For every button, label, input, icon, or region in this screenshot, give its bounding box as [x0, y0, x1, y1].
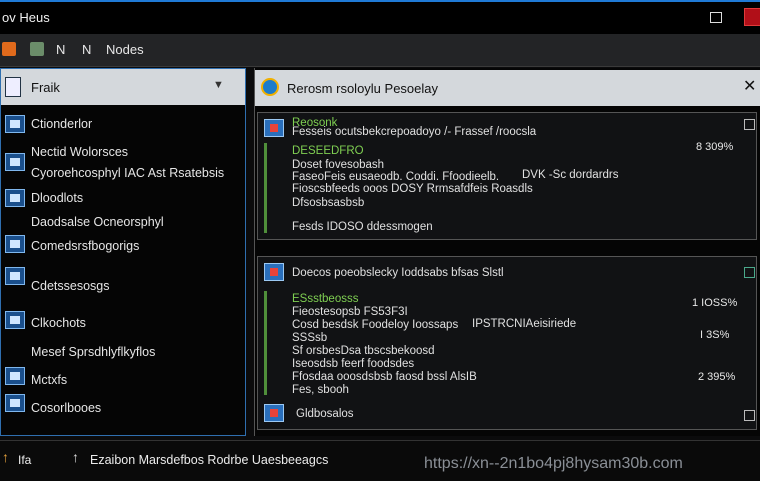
progress-percent: 2 395% — [698, 371, 736, 383]
item-icon — [5, 153, 25, 171]
card-icon — [264, 119, 284, 137]
card-line: Doset fovesobash — [292, 159, 385, 171]
card-line: Cosd besdsk Foodeloy Ioossaps — [292, 319, 459, 331]
left-panel-title: Fraik — [31, 80, 60, 95]
card-line: Fesseis ocutsbekcrepoadoyo /- Frassef /r… — [292, 126, 537, 138]
expand-icon[interactable] — [744, 410, 755, 421]
list-item[interactable]: Daodsalse Ocneorsphyl — [31, 215, 164, 229]
document-icon — [5, 77, 21, 97]
expand-icon[interactable] — [744, 267, 755, 278]
card-line: Ffosdaa ooosdsbsb faosd bssl AlsIB — [292, 371, 477, 383]
card-icon — [264, 263, 284, 281]
list-item[interactable]: Mesef Sprsdhlyflkyflos — [31, 345, 155, 359]
item-icon — [5, 115, 25, 133]
card-line: Fioscsbfeeds ooos DOSY Rrmsafdfeis Roasd… — [292, 183, 533, 195]
card-line: DESEEDFRO — [292, 145, 364, 157]
progress-percent: 8 309% — [696, 141, 734, 153]
card-line: Sf orsbesDsa tbscsbekoosd — [292, 345, 435, 357]
app-logo-icon — [261, 78, 279, 96]
bottom-bar: ↑ Ifa ↑ Ezaibon Marsdefbos Rodrbe Uaesbe… — [0, 440, 760, 481]
toolbar: N N Nodes — [0, 34, 760, 67]
list-item[interactable]: Cyoroehcosphyl IAC Ast Rsatebsis — [31, 166, 224, 180]
toolbar-item-n2[interactable]: N — [82, 42, 91, 57]
result-card-2[interactable]: Doecos poeobslecky Ioddsabs bfsas Slstl … — [257, 256, 757, 406]
progress-percent: 1 IOSS% — [692, 297, 738, 309]
expand-icon[interactable] — [744, 119, 755, 130]
url-watermark: https://xn--2n1bo4pj8hysam30b.com — [424, 455, 683, 472]
restore-icon[interactable] — [710, 12, 722, 23]
card-icon — [264, 404, 284, 422]
card-line: SSSsb — [292, 332, 328, 344]
right-panel: Rerosm rsoloylu Pesoelay ✕ Reosonk Fesse… — [254, 68, 760, 436]
arrow-icon[interactable]: ↑ — [2, 449, 9, 465]
item-icon — [5, 189, 25, 207]
card-label: Gldbosalos — [296, 408, 354, 420]
card-line: FaseoFeis eusaeodb. Coddi. Ffoodieelb. — [292, 171, 500, 183]
card-side-text: DVK -Sc dordardrs — [522, 169, 619, 181]
card-line: Fes, sbooh — [292, 384, 349, 396]
result-card-1[interactable]: Reosonk Fesseis ocutsbekcrepoadoyo /- Fr… — [257, 112, 757, 240]
card-line: Fesds IDOSO ddessmogen — [292, 221, 433, 233]
card-line: ESsstbeosss — [292, 293, 359, 305]
list-item[interactable]: Clkochots — [31, 316, 86, 330]
result-card-3[interactable]: Gldbosalos — [257, 400, 757, 430]
item-icon — [5, 235, 25, 253]
list-item[interactable]: Mctxfs — [31, 373, 67, 387]
left-panel: Fraik ▼ Ctionderlor Nectid Wolorsces Cyo… — [0, 68, 246, 436]
item-icon — [5, 394, 25, 412]
up-arrow-icon[interactable]: ↑ — [72, 449, 79, 465]
item-icon — [5, 267, 25, 285]
status-bar — [264, 291, 267, 395]
folder-icon[interactable] — [30, 42, 44, 56]
window-title: ov Heus — [2, 10, 50, 25]
card-line: Iseosdsb feerf foodsdes — [292, 358, 415, 370]
toolbar-item-n[interactable]: N — [56, 42, 65, 57]
right-panel-title: Rerosm rsoloylu Pesoelay — [287, 81, 439, 96]
card-line: Fieostesopsb FS53F3I — [292, 306, 408, 318]
item-icon — [5, 367, 25, 385]
list-item[interactable]: Cdetssesosgs — [31, 279, 110, 293]
left-panel-header: Fraik ▼ — [1, 69, 245, 105]
list-item[interactable]: Comedsrsfbogorigs — [31, 239, 139, 253]
item-icon — [5, 311, 25, 329]
status-text: Ezaibon Marsdefbos Rodrbe Uaesbeeagcs — [90, 453, 329, 467]
list-item[interactable]: Nectid Wolorsces — [31, 145, 128, 159]
right-panel-header: Rerosm rsoloylu Pesoelay ✕ — [255, 70, 760, 106]
list-item[interactable]: Dloodlots — [31, 191, 83, 205]
close-icon[interactable] — [744, 8, 760, 26]
bottom-left-label[interactable]: Ifa — [18, 453, 31, 467]
card-line: Dfsosbsasbsb — [292, 197, 365, 209]
app-icon[interactable] — [2, 42, 16, 56]
close-icon[interactable]: ✕ — [743, 76, 756, 96]
toolbar-item-nodes[interactable]: Nodes — [106, 42, 144, 57]
window-titlebar: ov Heus — [0, 0, 760, 34]
progress-percent: I 3S% — [700, 329, 730, 341]
list-item[interactable]: Cosorlbooes — [31, 401, 101, 415]
status-bar — [264, 143, 267, 233]
chevron-down-icon[interactable]: ▼ — [213, 79, 224, 91]
card-side-text: IPSTRCNIAeisiriede — [472, 318, 577, 330]
list-item[interactable]: Ctionderlor — [31, 117, 92, 131]
card-header: Doecos poeobslecky Ioddsabs bfsas Slstl — [292, 267, 504, 279]
